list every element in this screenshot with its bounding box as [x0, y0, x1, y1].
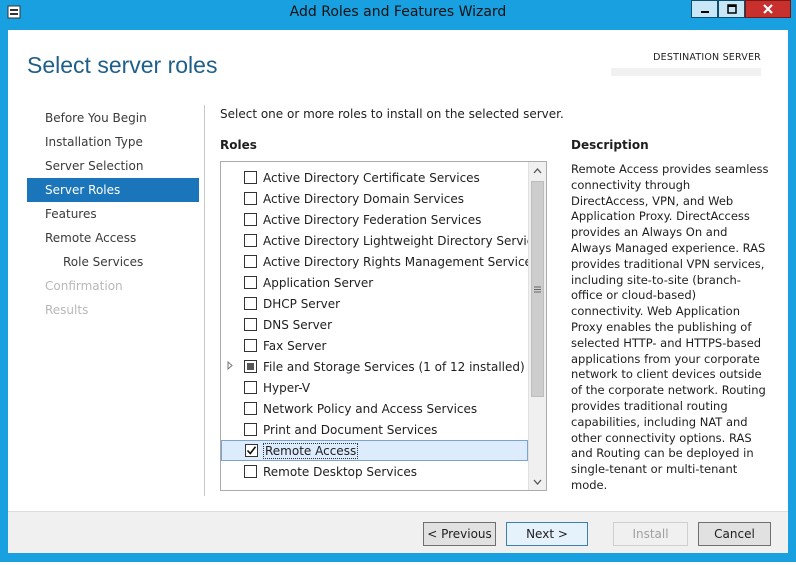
role-checkbox[interactable] [244, 213, 257, 226]
description-text: Remote Access provides seamless connecti… [571, 162, 769, 492]
wizard-nav: Before You Begin Installation Type Serve… [27, 106, 199, 322]
previous-button[interactable]: < Previous [423, 522, 496, 546]
role-checkbox[interactable] [244, 255, 257, 268]
minimize-button[interactable] [691, 0, 718, 18]
wizard-client-area: Select server roles DESTINATION SERVER B… [8, 30, 788, 553]
roles-list[interactable]: Active Directory Certificate Services Ac… [220, 161, 547, 491]
maximize-icon [726, 4, 737, 14]
nav-item-confirmation: Confirmation [45, 279, 123, 293]
nav-item-features[interactable]: Features [27, 202, 199, 226]
role-row[interactable]: Active Directory Certificate Services [221, 167, 528, 188]
checkmark-icon [246, 446, 257, 455]
role-label: Active Directory Certificate Services [263, 170, 480, 185]
role-label: Active Directory Rights Management Servi… [263, 254, 539, 269]
role-row[interactable]: Active Directory Lightweight Directory S… [221, 230, 546, 251]
chevron-up-icon [533, 167, 542, 173]
chevron-down-icon [533, 479, 542, 485]
role-label: Remote Access [263, 442, 359, 459]
nav-item-role-services[interactable]: Role Services [27, 250, 199, 274]
role-label: Hyper-V [263, 380, 311, 395]
nav-item-installation-type[interactable]: Installation Type [27, 130, 199, 154]
next-button[interactable]: Next > [506, 522, 588, 546]
role-row[interactable]: Active Directory Domain Services [221, 188, 528, 209]
nav-item-server-selection[interactable]: Server Selection [27, 154, 199, 178]
role-checkbox[interactable] [244, 192, 257, 205]
close-button[interactable] [745, 0, 791, 18]
role-checkbox[interactable] [244, 381, 257, 394]
window-title: Add Roles and Features Wizard [289, 4, 507, 20]
role-label: DHCP Server [263, 296, 341, 311]
role-label: Fax Server [263, 338, 327, 353]
wizard-window: Add Roles and Features Wizard Select ser… [0, 0, 796, 562]
role-label: DNS Server [263, 317, 332, 332]
role-label: Network Policy and Access Services [263, 401, 478, 416]
nav-divider [204, 105, 205, 496]
role-row[interactable]: Remote Desktop Services [221, 461, 528, 482]
maximize-button[interactable] [718, 0, 745, 18]
role-checkbox[interactable] [244, 297, 257, 310]
roles-scrollbar[interactable] [528, 162, 546, 490]
role-checkbox-partial[interactable] [244, 360, 257, 373]
role-label: Active Directory Domain Services [263, 191, 465, 206]
destination-server-value [611, 68, 761, 76]
role-checkbox[interactable] [244, 423, 257, 436]
role-checkbox[interactable] [244, 234, 257, 247]
role-row[interactable]: Fax Server [221, 335, 528, 356]
role-label: Print and Document Services [263, 422, 438, 437]
expand-arrow-icon[interactable] [227, 360, 235, 373]
instruction-text: Select one or more roles to install on t… [220, 107, 564, 121]
role-checkbox[interactable] [244, 402, 257, 415]
nav-item-results: Results [45, 303, 89, 317]
nav-item-before-you-begin[interactable]: Before You Begin [27, 106, 199, 130]
role-row[interactable]: DHCP Server [221, 293, 528, 314]
role-checkbox[interactable] [244, 339, 257, 352]
scroll-up-button[interactable] [529, 162, 546, 179]
page-title: Select server roles [27, 52, 218, 78]
description-heading: Description [571, 138, 649, 152]
scroll-down-button[interactable] [529, 473, 546, 490]
minimize-icon [700, 11, 709, 13]
install-button: Install [613, 522, 688, 546]
nav-item-remote-access[interactable]: Remote Access [27, 226, 199, 250]
role-row[interactable]: Active Directory Federation Services [221, 209, 528, 230]
role-label: Application Server [263, 275, 374, 290]
role-row[interactable]: Active Directory Rights Management Servi… [221, 251, 538, 272]
role-row-selected[interactable]: Remote Access [221, 440, 528, 461]
destination-server-label: DESTINATION SERVER [653, 52, 761, 63]
scroll-thumb[interactable] [531, 181, 544, 397]
role-row[interactable]: Print and Document Services [221, 419, 528, 440]
role-label: Active Directory Federation Services [263, 212, 482, 227]
cancel-button[interactable]: Cancel [698, 522, 771, 546]
role-checkbox-checked[interactable] [245, 444, 258, 457]
title-bar[interactable]: Add Roles and Features Wizard [0, 0, 796, 25]
role-row[interactable]: File and Storage Services (1 of 12 insta… [221, 356, 528, 377]
wizard-footer: < Previous Next > Install Cancel [8, 511, 788, 553]
role-row[interactable]: Hyper-V [221, 377, 528, 398]
role-row[interactable]: Application Server [221, 272, 528, 293]
nav-item-server-roles[interactable]: Server Roles [27, 178, 199, 202]
role-checkbox[interactable] [244, 465, 257, 478]
close-icon [763, 4, 773, 14]
role-label: File and Storage Services (1 of 12 insta… [263, 359, 525, 374]
role-checkbox[interactable] [244, 171, 257, 184]
role-checkbox[interactable] [244, 318, 257, 331]
role-row[interactable]: Network Policy and Access Services [221, 398, 528, 419]
role-label: Active Directory Lightweight Directory S… [263, 233, 547, 248]
role-checkbox[interactable] [244, 276, 257, 289]
role-label: Remote Desktop Services [263, 464, 418, 479]
grip-icon [534, 286, 541, 292]
roles-heading: Roles [220, 138, 257, 152]
role-row[interactable]: DNS Server [221, 314, 528, 335]
